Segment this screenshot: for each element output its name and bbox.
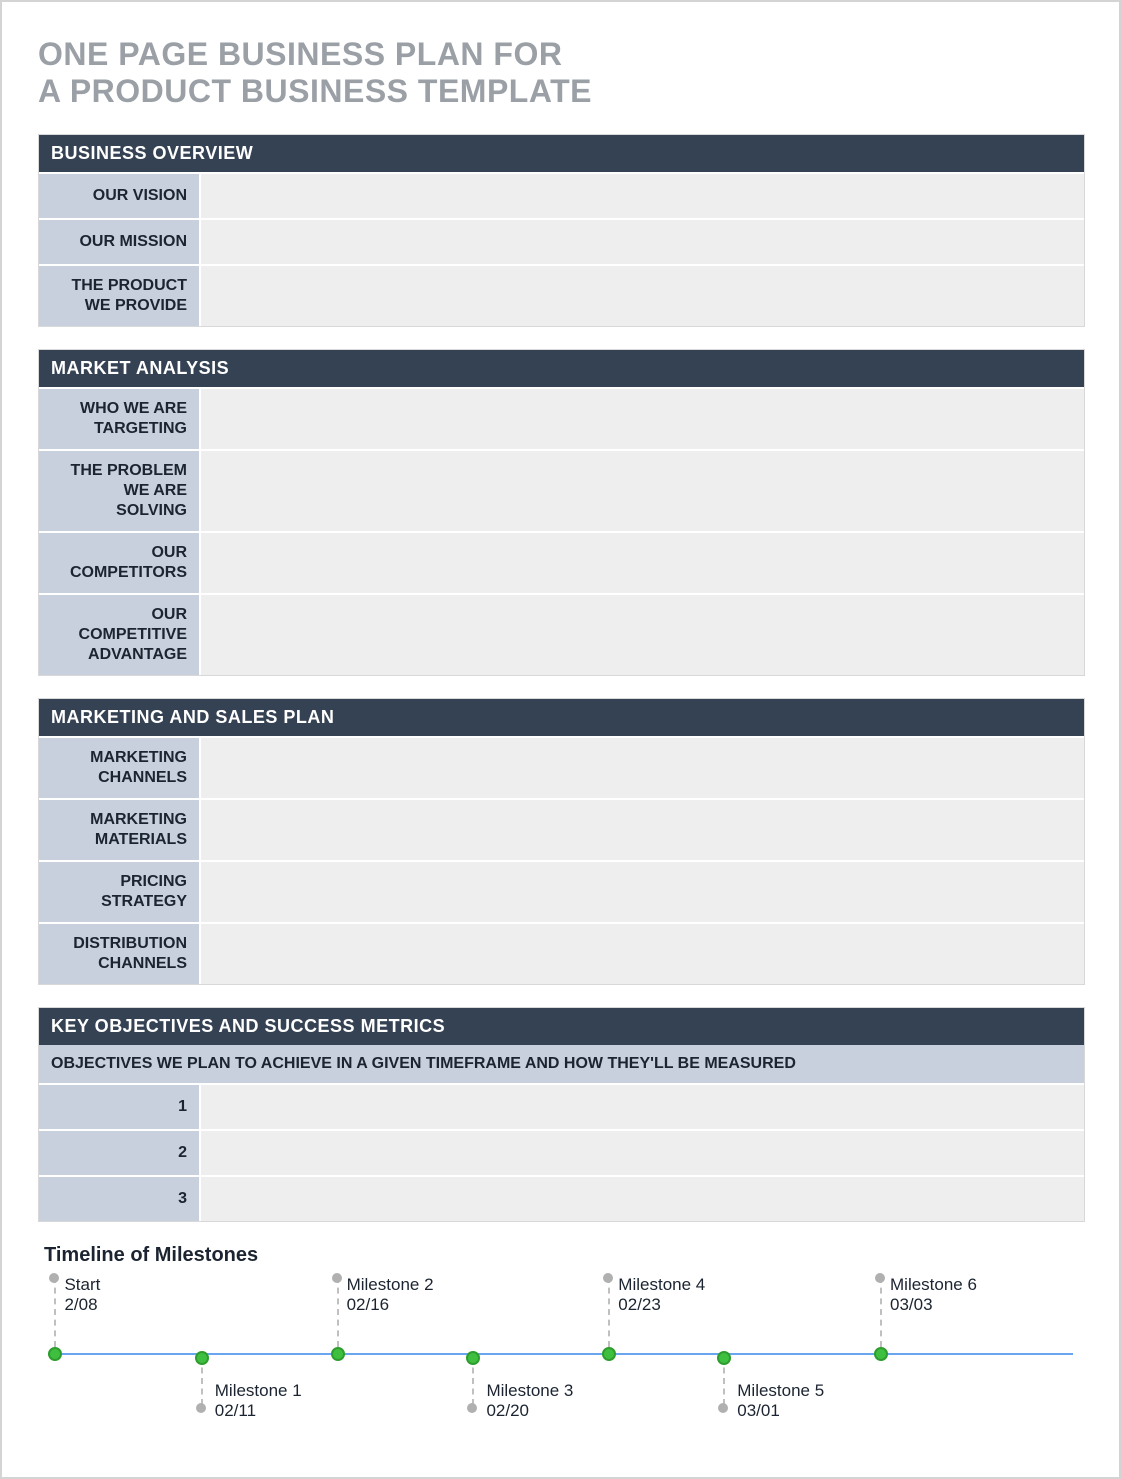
milestone-stem bbox=[880, 1277, 882, 1347]
row-label: THE PRODUCT WE PROVIDE bbox=[39, 266, 199, 326]
row-label: OUR VISION bbox=[39, 174, 199, 218]
table-row: 3 bbox=[39, 1175, 1084, 1221]
dot-green-icon bbox=[195, 1351, 209, 1365]
milestone-name: Milestone 2 bbox=[347, 1275, 434, 1295]
milestone-date: 02/11 bbox=[215, 1401, 302, 1421]
table-row: 1 bbox=[39, 1083, 1084, 1129]
table-row: OUR MISSION bbox=[39, 218, 1084, 264]
milestone-label: Milestone 102/11 bbox=[215, 1381, 302, 1422]
milestone-date: 03/01 bbox=[737, 1401, 824, 1421]
milestone-label: Milestone 302/20 bbox=[486, 1381, 573, 1422]
table-row: PRICING STRATEGY bbox=[39, 860, 1084, 922]
table-row: OUR COMPETITIVE ADVANTAGE bbox=[39, 593, 1084, 675]
section-business-overview: BUSINESS OVERVIEW OUR VISION OUR MISSION… bbox=[38, 134, 1085, 327]
section-header: MARKETING AND SALES PLAN bbox=[39, 699, 1084, 736]
row-label: OUR COMPETITORS bbox=[39, 533, 199, 593]
milestone-name: Start bbox=[64, 1275, 100, 1295]
milestone-stem bbox=[337, 1277, 339, 1347]
dot-green-icon bbox=[874, 1347, 888, 1361]
table-row: OUR VISION bbox=[39, 172, 1084, 218]
row-label: MARKETING MATERIALS bbox=[39, 800, 199, 860]
table-row: THE PROBLEM WE ARE SOLVING bbox=[39, 449, 1084, 531]
row-label: 1 bbox=[39, 1085, 199, 1129]
timeline-title: Timeline of Milestones bbox=[44, 1244, 1083, 1267]
milestone-name: Milestone 5 bbox=[737, 1381, 824, 1401]
row-label: PRICING STRATEGY bbox=[39, 862, 199, 922]
milestone-date: 02/20 bbox=[486, 1401, 573, 1421]
dot-grey-icon bbox=[332, 1273, 342, 1283]
milestone-label: Milestone 402/23 bbox=[618, 1275, 705, 1316]
row-value[interactable] bbox=[199, 451, 1084, 531]
dot-green-icon bbox=[717, 1351, 731, 1365]
title-line-1: ONE PAGE BUSINESS PLAN FOR bbox=[38, 36, 562, 72]
section-header: BUSINESS OVERVIEW bbox=[39, 135, 1084, 172]
milestone-stem bbox=[54, 1277, 56, 1347]
table-row: THE PRODUCT WE PROVIDE bbox=[39, 264, 1084, 326]
page: ONE PAGE BUSINESS PLAN FOR A PRODUCT BUS… bbox=[0, 0, 1121, 1479]
dot-grey-icon bbox=[196, 1403, 206, 1413]
dot-green-icon bbox=[602, 1347, 616, 1361]
milestone-date: 2/08 bbox=[64, 1295, 100, 1315]
section-key-objectives: KEY OBJECTIVES AND SUCCESS METRICS OBJEC… bbox=[38, 1007, 1085, 1222]
dot-grey-icon bbox=[718, 1403, 728, 1413]
row-value[interactable] bbox=[199, 1177, 1084, 1221]
row-value[interactable] bbox=[199, 800, 1084, 860]
table-row: DISTRIBUTION CHANNELS bbox=[39, 922, 1084, 984]
row-value[interactable] bbox=[199, 533, 1084, 593]
milestone-stem bbox=[608, 1277, 610, 1347]
row-value[interactable] bbox=[199, 595, 1084, 675]
row-value[interactable] bbox=[199, 862, 1084, 922]
row-label: MARKETING CHANNELS bbox=[39, 738, 199, 798]
dot-grey-icon bbox=[467, 1403, 477, 1413]
milestone-date: 03/03 bbox=[890, 1295, 977, 1315]
dot-green-icon bbox=[48, 1347, 62, 1361]
table-row: MARKETING MATERIALS bbox=[39, 798, 1084, 860]
row-value[interactable] bbox=[199, 1085, 1084, 1129]
section-header: MARKET ANALYSIS bbox=[39, 350, 1084, 387]
milestone-date: 02/23 bbox=[618, 1295, 705, 1315]
milestone-name: Milestone 3 bbox=[486, 1381, 573, 1401]
row-label: 3 bbox=[39, 1177, 199, 1221]
milestone-name: Milestone 6 bbox=[890, 1275, 977, 1295]
section-marketing-sales: MARKETING AND SALES PLAN MARKETING CHANN… bbox=[38, 698, 1085, 985]
dot-grey-icon bbox=[603, 1273, 613, 1283]
section-market-analysis: MARKET ANALYSIS WHO WE ARE TARGETING THE… bbox=[38, 349, 1085, 676]
timeline: Start2/08Milestone 102/11Milestone 202/1… bbox=[38, 1277, 1083, 1437]
dot-green-icon bbox=[331, 1347, 345, 1361]
milestone-name: Milestone 1 bbox=[215, 1381, 302, 1401]
milestone-label: Milestone 603/03 bbox=[890, 1275, 977, 1316]
table-row: 2 bbox=[39, 1129, 1084, 1175]
row-value[interactable] bbox=[199, 174, 1084, 218]
row-label: OUR COMPETITIVE ADVANTAGE bbox=[39, 595, 199, 675]
milestone-label: Milestone 202/16 bbox=[347, 1275, 434, 1316]
dot-grey-icon bbox=[49, 1273, 59, 1283]
table-row: WHO WE ARE TARGETING bbox=[39, 387, 1084, 449]
section-subheader: OBJECTIVES WE PLAN TO ACHIEVE IN A GIVEN… bbox=[39, 1045, 1084, 1083]
milestone-date: 02/16 bbox=[347, 1295, 434, 1315]
table-row: OUR COMPETITORS bbox=[39, 531, 1084, 593]
row-value[interactable] bbox=[199, 1131, 1084, 1175]
milestone-label: Start2/08 bbox=[64, 1275, 100, 1316]
row-label: WHO WE ARE TARGETING bbox=[39, 389, 199, 449]
row-value[interactable] bbox=[199, 220, 1084, 264]
section-header: KEY OBJECTIVES AND SUCCESS METRICS bbox=[39, 1008, 1084, 1045]
milestone-label: Milestone 503/01 bbox=[737, 1381, 824, 1422]
row-value[interactable] bbox=[199, 738, 1084, 798]
row-value[interactable] bbox=[199, 389, 1084, 449]
milestone-name: Milestone 4 bbox=[618, 1275, 705, 1295]
row-label: 2 bbox=[39, 1131, 199, 1175]
title-line-2: A PRODUCT BUSINESS TEMPLATE bbox=[38, 73, 592, 109]
dot-green-icon bbox=[466, 1351, 480, 1365]
table-row: MARKETING CHANNELS bbox=[39, 736, 1084, 798]
row-value[interactable] bbox=[199, 266, 1084, 326]
row-value[interactable] bbox=[199, 924, 1084, 984]
row-label: DISTRIBUTION CHANNELS bbox=[39, 924, 199, 984]
row-label: OUR MISSION bbox=[39, 220, 199, 264]
page-title: ONE PAGE BUSINESS PLAN FOR A PRODUCT BUS… bbox=[38, 36, 1083, 110]
row-label: THE PROBLEM WE ARE SOLVING bbox=[39, 451, 199, 531]
dot-grey-icon bbox=[875, 1273, 885, 1283]
